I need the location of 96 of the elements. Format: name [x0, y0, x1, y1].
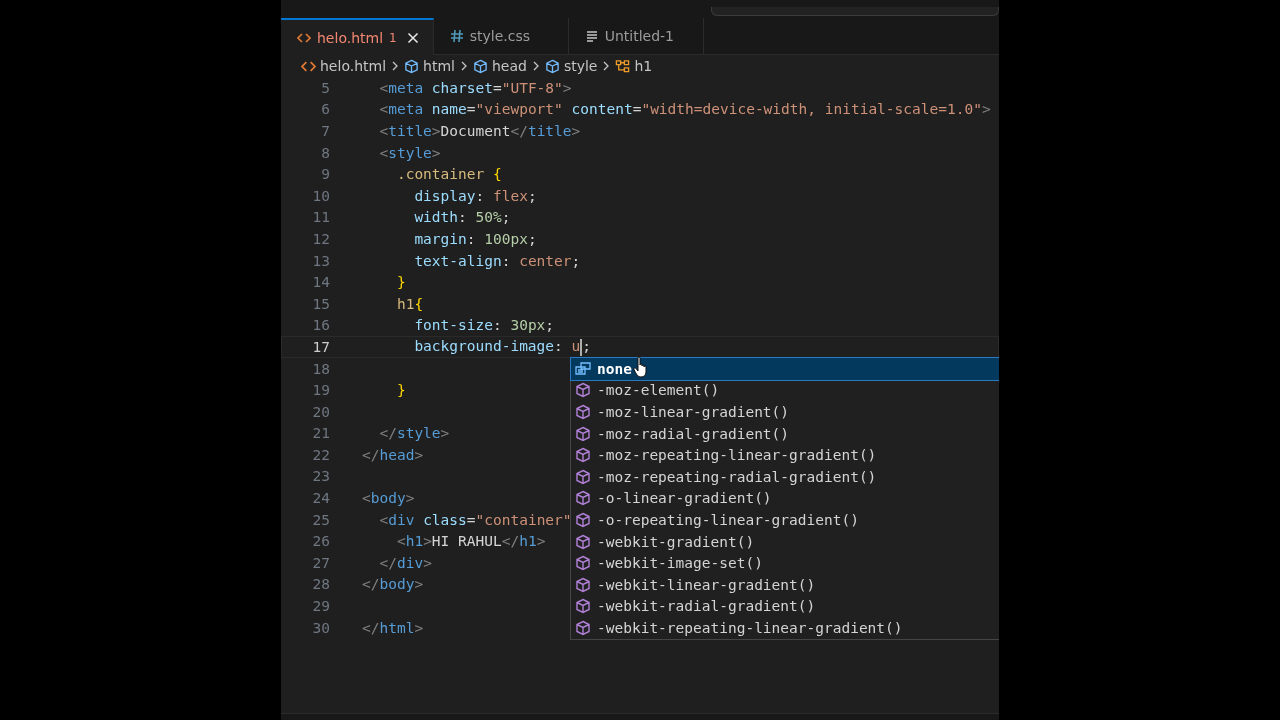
code-line: .container { — [395, 166, 502, 183]
breadcrumb-item[interactable]: html — [423, 58, 455, 74]
code-line: </style> — [378, 425, 450, 442]
breadcrumb-item[interactable]: h1 — [634, 58, 653, 74]
line-number: 29 — [311, 598, 330, 615]
editor-tab[interactable]: style.css — [433, 18, 569, 54]
line-number: 16 — [311, 317, 330, 334]
hand-pointer-icon — [633, 356, 649, 378]
cube-icon — [575, 468, 591, 485]
suggestion-item[interactable]: -webkit-gradient() — [571, 530, 999, 553]
line-number: 18 — [311, 360, 330, 377]
code-line: text-align: center; — [413, 252, 581, 269]
line-number: 22 — [311, 446, 330, 463]
line-number: 26 — [311, 533, 330, 550]
code-line: } — [395, 382, 406, 399]
suggestion-item[interactable]: -moz-element() — [571, 379, 999, 402]
cube-icon — [575, 533, 591, 550]
close-icon[interactable] — [406, 31, 419, 44]
line-number: 28 — [311, 576, 330, 593]
line-number: 11 — [311, 209, 330, 226]
line-number: 30 — [311, 619, 330, 636]
code-line: </div> — [378, 554, 432, 571]
editor-tab[interactable]: helo.html 1 — [281, 18, 434, 55]
cube-icon — [404, 58, 420, 74]
code-line: <meta charset="UTF-8"> — [378, 79, 572, 96]
line-number: 20 — [311, 403, 330, 420]
cube-icon — [575, 511, 591, 528]
chevron-icon — [531, 60, 540, 72]
line-number: 27 — [311, 554, 330, 571]
cube-icon — [575, 555, 591, 572]
code-line: <div class="container" — [378, 511, 572, 528]
line-number: 8 — [320, 144, 330, 161]
line-number: 6 — [320, 101, 330, 118]
line-number: 10 — [311, 187, 330, 204]
code-line: </html> — [362, 619, 424, 636]
line-number: 15 — [311, 295, 330, 312]
chevron-icon — [602, 60, 611, 72]
line-number: 19 — [311, 382, 330, 399]
code-line: margin: 100px; — [413, 230, 537, 247]
code-line: font-size: 30px; — [413, 317, 555, 334]
code-icon — [297, 30, 311, 45]
code-line: <title>Document</title> — [378, 123, 581, 139]
suggestion-item[interactable]: -o-repeating-linear-gradient() — [571, 509, 999, 531]
line-number: 12 — [311, 230, 330, 247]
suggestion-item[interactable]: -moz-radial-gradient() — [571, 422, 999, 445]
cube-icon — [575, 404, 591, 420]
cube-icon — [575, 382, 591, 399]
suggestion-item[interactable]: -moz-repeating-linear-gradient() — [571, 444, 999, 466]
code-line: display: flex; — [413, 187, 537, 204]
cube-icon — [575, 576, 591, 593]
code-line: <body> — [362, 490, 415, 507]
cube-icon — [544, 58, 560, 74]
suggestion-item[interactable]: -o-linear-gradient() — [571, 487, 999, 510]
line-number: 9 — [320, 166, 330, 183]
editor-tab[interactable]: Untitled-1 — [568, 18, 704, 54]
code-line: background-image: u; — [413, 338, 591, 356]
suggestion-item[interactable]: -moz-repeating-radial-gradient() — [571, 465, 999, 488]
chevron-icon — [391, 60, 400, 72]
line-number: 21 — [311, 425, 330, 442]
breadcrumb-item[interactable]: head — [491, 58, 527, 74]
code-line: h1{ — [395, 295, 424, 312]
breadcrumb-item[interactable]: style — [563, 58, 598, 74]
cube-icon — [575, 490, 591, 507]
breadcrumb-item[interactable]: helo.html — [320, 58, 387, 74]
suggestion-item[interactable]: -webkit-repeating-linear-gradient() — [571, 617, 999, 639]
line-number: 5 — [320, 79, 330, 96]
cube-icon — [575, 619, 591, 636]
line-number: 7 — [320, 123, 330, 139]
code-line: </head> — [362, 446, 424, 463]
suggestion-item[interactable]: -webkit-radial-gradient() — [571, 595, 999, 618]
suggestion-item[interactable]: -webkit-linear-gradient() — [571, 573, 999, 596]
line-number: 17 — [311, 338, 330, 355]
suggestion-item[interactable]: -moz-linear-gradient() — [571, 401, 999, 423]
code-line: <meta name="viewport" content="width=device-width, initial-scale=1.0"> — [378, 101, 991, 118]
line-number: 25 — [311, 511, 330, 528]
code-line: <h1>HI RAHUL</h1> — [395, 533, 546, 550]
command-center-field[interactable] — [711, 7, 999, 16]
code-line: width: 50%; — [413, 209, 511, 226]
structure-icon — [615, 58, 631, 74]
lines-icon — [584, 29, 599, 43]
line-number: 24 — [311, 490, 330, 507]
code-line: <style> — [378, 144, 441, 161]
suggestion-item[interactable]: -webkit-image-set() — [571, 552, 999, 574]
cube-icon — [575, 598, 591, 615]
line-number: 23 — [311, 468, 330, 485]
value-icon — [575, 360, 591, 377]
chevron-icon — [459, 60, 468, 72]
code-line: </body> — [362, 576, 424, 593]
line-number: 14 — [311, 274, 330, 291]
cube-icon — [575, 447, 591, 464]
cube-icon — [472, 58, 488, 74]
suggestion-item[interactable]: none — [571, 358, 999, 380]
cube-icon — [575, 425, 591, 442]
hash-icon — [449, 29, 464, 43]
line-number: 13 — [311, 252, 330, 269]
code-line: } — [395, 274, 406, 291]
